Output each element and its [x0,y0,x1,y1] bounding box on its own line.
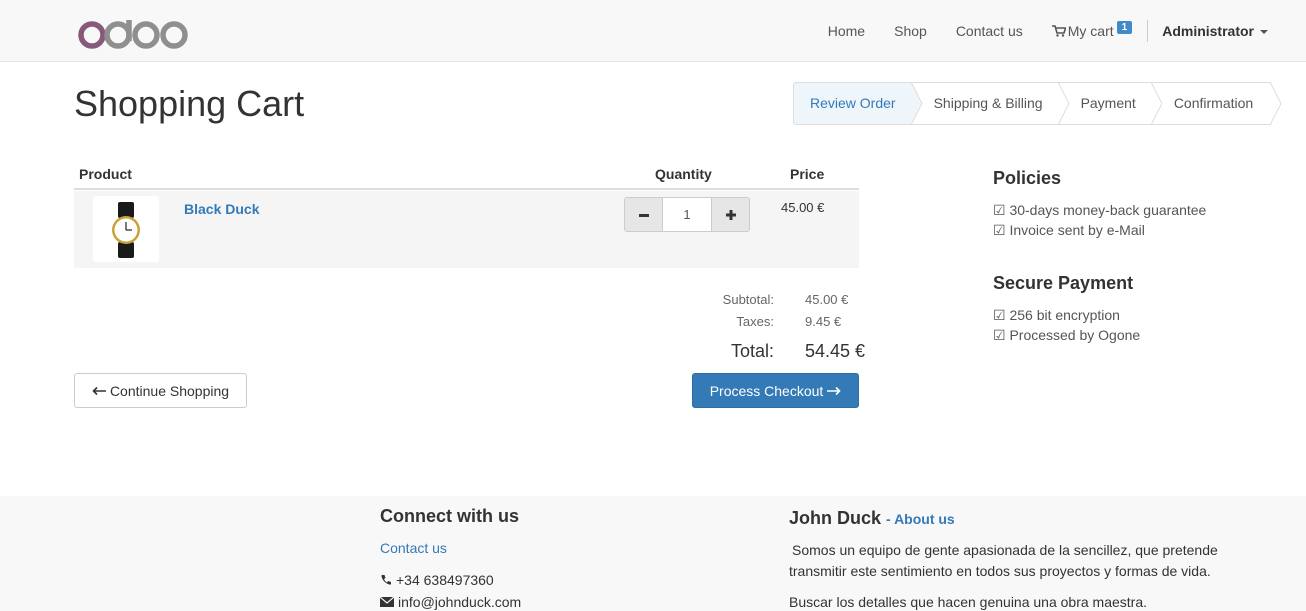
phone-icon [381,575,391,585]
minus-icon [638,213,649,217]
wizard-step-review-order[interactable]: Review Order [793,82,923,125]
column-header-quantity: Quantity [655,166,712,182]
footer: Connect with us Contact us +34 638497360… [0,496,1306,611]
process-checkout-button[interactable]: Process Checkout [692,373,859,408]
wizard-step-confirmation[interactable]: Confirmation [1151,82,1282,125]
wizard-step-shipping-billing[interactable]: Shipping & Billing [911,82,1070,125]
plus-icon [725,209,736,220]
cart-label: My cart [1067,23,1114,39]
continue-shopping-button[interactable]: Continue Shopping [74,373,247,408]
about-heading: John Duck - About us [789,508,955,529]
about-text: Somos un equipo de gente apasionada de l… [792,542,1218,558]
table-row: Black Duck 45.00 € [74,191,859,268]
process-checkout-label: Process Checkout [709,382,824,399]
about-text: transmitir este sentimiento en todos sus… [789,563,1211,579]
footer-phone: +34 638497360 [380,572,494,588]
about-us-link[interactable]: - About us [886,511,955,527]
product-name-link[interactable]: Black Duck [184,201,259,217]
product-image[interactable] [93,196,159,262]
taxes-label: Taxes: [736,314,774,329]
policies-heading: Policies [993,168,1062,188]
wizard-step-label: Payment [1080,95,1136,111]
secure-payment-heading: Secure Payment [993,273,1134,293]
policy-item: ☑ Invoice sent by e-Mail [993,222,1145,238]
total-label: Total: [730,341,774,361]
about-text: Buscar los detalles que hacen genuina un… [789,594,1148,610]
shopping-cart-icon [1051,25,1066,37]
wizard-step-label: Review Order [810,95,896,111]
envelope-icon [380,597,394,607]
quantity-stepper [624,197,750,232]
chevron-right-icon [910,82,923,125]
user-menu[interactable]: Administrator [1162,23,1268,39]
footer-contact-link[interactable]: Contact us [380,540,447,556]
arrow-left-icon [92,386,106,395]
footer-email: info@johnduck.com [380,594,521,610]
chevron-right-icon [1057,82,1070,125]
company-name: John Duck [789,508,882,528]
decrease-quantity-button[interactable] [625,198,662,231]
wizard-step-label: Shipping & Billing [933,95,1043,111]
nav-links: Home Shop Contact us My cart 1 Administr… [799,0,1268,62]
wizard-step-payment[interactable]: Payment [1058,82,1163,125]
page-title: Shopping Cart [74,83,305,124]
email-address: info@johnduck.com [398,594,522,610]
product-price: 45.00 € [781,200,825,215]
nav-contact-us[interactable]: Contact us [956,23,1023,39]
nav-home[interactable]: Home [828,23,865,39]
taxes-value: 9.45 € [805,314,842,329]
cart-count-badge: 1 [1116,20,1133,34]
column-header-price: Price [790,166,825,182]
wizard-step-label: Confirmation [1173,95,1254,111]
nav-divider [1147,20,1149,42]
top-navbar: Home Shop Contact us My cart 1 Administr… [0,0,1306,62]
phone-number: +34 638497360 [396,572,494,588]
increase-quantity-button[interactable] [712,198,749,231]
caret-down-icon [1260,30,1268,34]
payment-item: ☑ Processed by Ogone [993,327,1141,343]
chevron-right-icon [1150,82,1163,125]
column-header-product: Product [79,166,132,182]
continue-shopping-label: Continue Shopping [109,382,230,399]
cart-table-header: Product Quantity Price [74,158,859,190]
subtotal-value: 45.00 € [805,292,849,307]
policy-item: ☑ 30-days money-back guarantee [993,202,1207,218]
chevron-right-icon [1270,82,1282,125]
quantity-input[interactable] [662,198,712,231]
nav-shop[interactable]: Shop [894,23,927,39]
total-value: 54.45 € [805,341,866,361]
checkout-wizard: Review Order Shipping & Billing Payment … [793,82,1282,125]
watch-icon [112,202,140,258]
arrow-right-icon [827,386,841,395]
nav-my-cart[interactable]: My cart 1 [1051,20,1133,39]
subtotal-label: Subtotal: [722,292,774,307]
payment-item: ☑ 256 bit encryption [993,307,1120,323]
user-name: Administrator [1162,23,1254,39]
odoo-logo[interactable] [78,17,188,49]
connect-heading: Connect with us [380,506,519,526]
